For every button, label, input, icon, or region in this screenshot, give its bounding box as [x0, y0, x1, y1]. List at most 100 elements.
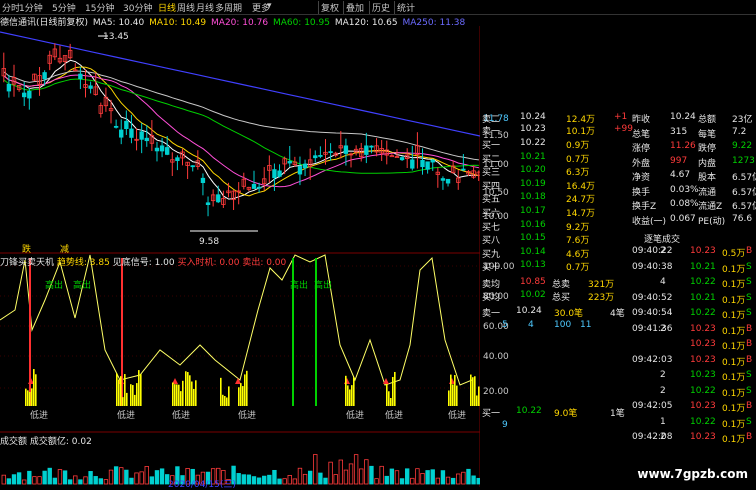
period-tab-1min[interactable]: 1分钟 — [19, 1, 43, 14]
period-tab-multi[interactable]: 多周期 — [215, 1, 242, 14]
orderbook-label: 买二 — [482, 154, 501, 165]
volume-bar — [440, 470, 446, 485]
period-tab-tick[interactable]: 分时 — [2, 1, 20, 14]
quote-label: 昨收 — [632, 115, 651, 125]
tick-trades-panel: 逐笔成交 09:40:22 2 10.23 0.5万 B 09:40:38 10.21 0.1万… — [632, 232, 756, 462]
period-tab-daily[interactable]: 日线 — [158, 1, 176, 14]
orderbook-price: 10.15 — [520, 233, 546, 244]
more-dropdown-icon[interactable]: ▾ — [267, 1, 272, 11]
period-tab-monthly[interactable]: 月线 — [196, 1, 214, 14]
signal-low-label: 低进 — [448, 411, 467, 421]
trade-count: 2 — [660, 323, 666, 334]
quote-value: 1273 — [732, 155, 755, 166]
signal-fall-mark: 跌 — [22, 245, 32, 255]
volume-bar — [364, 459, 369, 485]
volume-bar — [466, 468, 471, 485]
trade-direction: B — [746, 323, 753, 334]
trade-direction: B — [746, 354, 753, 365]
candle-body — [272, 169, 277, 179]
trade-time: 09:42:05 — [632, 401, 673, 411]
volume-bar — [124, 469, 129, 485]
orderbook-change: +1 — [614, 112, 628, 122]
signal-volume-bar — [180, 391, 182, 406]
trade-price: 10.23 — [690, 323, 716, 334]
cursor-date-label: 2020/04/15(三) — [168, 480, 236, 490]
signal-volume-bar — [187, 372, 189, 406]
orderbook-label: 买九 — [482, 249, 501, 260]
volume-bar — [37, 476, 42, 485]
volume-bar — [292, 478, 298, 485]
trade-time: 09:42:08 — [632, 432, 673, 442]
queue-volume: 9.0笔 — [554, 409, 578, 419]
quote-label: 股本 — [698, 173, 717, 183]
signal-volume-bar — [195, 380, 197, 406]
volume-bar — [6, 478, 12, 485]
candle-body — [139, 131, 144, 140]
trade-volume: 0.1万 — [722, 311, 746, 321]
trade-time: 09:40:22 — [632, 246, 673, 256]
period-tab-15min[interactable]: 15分钟 — [85, 1, 114, 14]
candle-body — [313, 155, 318, 159]
history-button[interactable]: 历史 — [369, 1, 390, 14]
quote-row: 外盘 997 内盘 1273 — [632, 156, 756, 169]
quote-label: 每笔 — [698, 129, 717, 140]
signal-volume-bar — [118, 379, 120, 406]
adjust-button[interactable]: 复权 — [318, 1, 339, 14]
orderbook-row: 买九 10.14 4.6万 — [482, 247, 632, 260]
candle-body — [159, 145, 165, 152]
signal-top-label: 高出 — [73, 281, 92, 291]
period-tab-5min[interactable]: 5分钟 — [52, 1, 76, 14]
signal-volume-bar — [454, 375, 456, 406]
signal-volume-bar — [124, 374, 126, 406]
candle-body — [440, 178, 446, 181]
quote-value: 997 — [670, 155, 688, 166]
orderbook-row: 买二 10.21 0.7万 — [482, 152, 632, 165]
quote-value: 315 — [670, 126, 688, 137]
signal-volume-bar — [388, 391, 390, 406]
trade-row: 09:40:52 10.21 0.1万 S — [632, 293, 756, 306]
signal-volume-bar — [392, 376, 394, 406]
trade-direction: S — [746, 416, 752, 427]
trade-direction: B — [746, 339, 753, 349]
volume-bar — [98, 478, 103, 485]
orderbook-row: 卖一 10.23 10.1万 +99 — [482, 124, 633, 137]
queue-detail-cell: 5 — [502, 320, 508, 330]
trade-row: 2 10.23 0.1万 S — [632, 370, 756, 383]
signal-volume-bar — [25, 388, 27, 406]
signal-volume-bar — [182, 380, 184, 406]
trade-direction: B — [746, 246, 753, 256]
orderbook-price: 10.16 — [520, 219, 546, 230]
volume-bar — [425, 470, 430, 485]
period-tab-weekly[interactable]: 周线 — [177, 1, 195, 14]
low-price-marker: 9.58 — [199, 237, 220, 247]
orderbook-volume: 0.7万 — [566, 154, 590, 165]
orderbook-row: 买三 10.20 6.3万 — [482, 165, 632, 178]
statistics-button[interactable]: 统计 — [394, 1, 415, 14]
quote-value: 6.57亿 — [732, 187, 756, 198]
trade-volume: 0.1万 — [722, 357, 746, 368]
volume-bar — [445, 476, 451, 485]
candlestick-series — [1, 43, 480, 217]
orderbook-label: 买十 — [482, 263, 501, 274]
volume-bar — [302, 473, 308, 485]
high-price-marker: 13.45 — [103, 32, 129, 42]
quote-row: 换手Z 0.08%流通Z 6.57亿 — [632, 199, 756, 212]
total-buy-value: 223万 — [588, 293, 615, 303]
candle-body — [369, 145, 374, 148]
queue-count: 4笔 — [610, 309, 625, 319]
signal-low-label: 低进 — [117, 411, 136, 421]
quote-label: 净资 — [632, 173, 651, 183]
orderbook-row: 买四 10.19 16.4万 — [482, 179, 632, 192]
candle-body — [216, 194, 221, 203]
quote-row: 涨停 11.26 跌停 9.22 — [632, 141, 756, 154]
orderbook-price: 10.24 — [520, 112, 546, 122]
candle-body — [318, 155, 323, 157]
orderbook-volume: 24.7万 — [566, 195, 596, 206]
volume-bar — [16, 472, 22, 485]
trade-time: 09:40:38 — [632, 261, 673, 272]
volume-bar — [267, 474, 272, 485]
volume-bar — [384, 475, 389, 485]
overlay-button[interactable]: 叠加 — [343, 1, 364, 14]
trade-time: 09:41:36 — [632, 323, 673, 334]
period-tab-30min[interactable]: 30分钟 — [123, 1, 152, 14]
